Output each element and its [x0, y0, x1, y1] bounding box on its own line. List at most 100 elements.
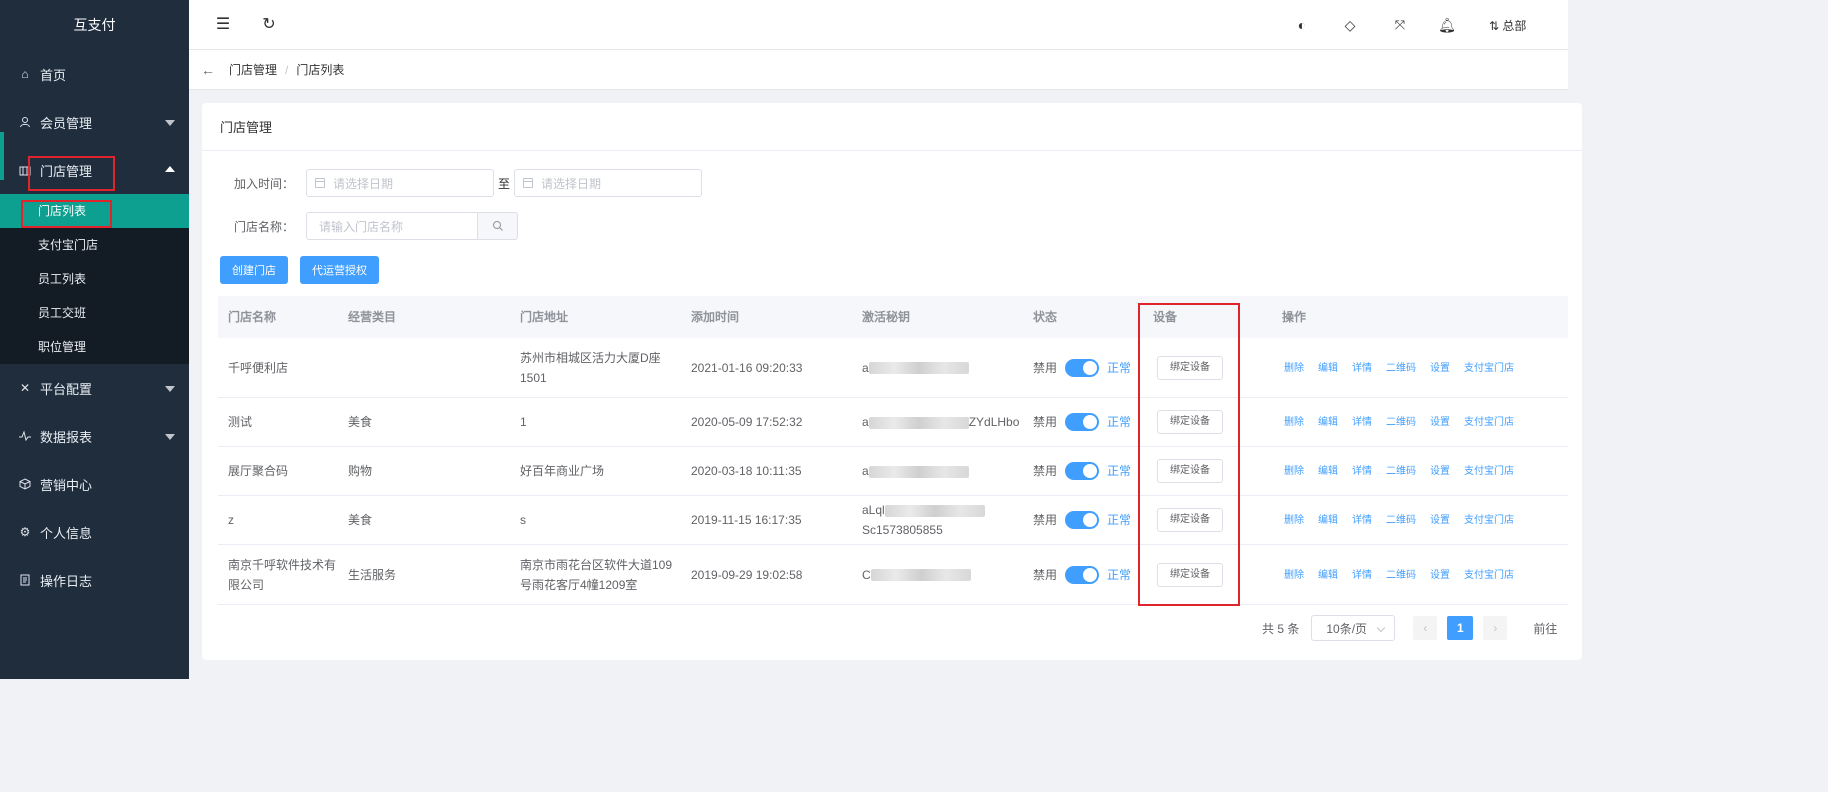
gear-icon: ⚙ — [19, 525, 31, 539]
added-time-cell: 2020-03-18 10:11:35 — [691, 464, 802, 478]
row-action-link[interactable]: 编辑 — [1318, 417, 1338, 428]
prev-page-button[interactable]: ‹ — [1413, 616, 1438, 640]
page-size-select[interactable]: 10条/页 — [1311, 615, 1396, 641]
row-action-link[interactable]: 详情 — [1352, 417, 1372, 428]
submenu-item-alipay-stores[interactable]: 支付宝门店 — [0, 228, 189, 262]
total-count: 共 5 条 — [1262, 621, 1300, 636]
breadcrumb-item-current: 门店列表 — [296, 63, 345, 77]
fullscreen-icon[interactable]: ⤧ — [1390, 15, 1410, 35]
sidebar-item-reports[interactable]: 数据报表 — [0, 412, 189, 460]
row-action-link[interactable]: 设置 — [1430, 466, 1450, 477]
status-toggle[interactable] — [1065, 358, 1100, 377]
cube-icon — [18, 477, 32, 491]
row-action-link[interactable]: 详情 — [1352, 363, 1372, 374]
status-on-label: 正常 — [1107, 513, 1132, 527]
end-date-input[interactable]: 请选择日期 — [514, 169, 703, 197]
row-action-link[interactable]: 详情 — [1352, 570, 1372, 581]
row-action-link[interactable]: 删除 — [1284, 570, 1304, 581]
submenu-item-staff-list[interactable]: 员工列表 — [0, 262, 189, 296]
status-cell: 禁用 正常 — [1023, 412, 1143, 432]
added-time-cell: 2020-05-09 17:52:32 — [691, 415, 803, 429]
bind-device-button[interactable]: 绑定设备 — [1157, 562, 1223, 587]
store-name-cell: 测试 — [228, 415, 253, 429]
address-cell: 苏州市相城区活力大厦D座1501 — [520, 350, 661, 385]
row-action-link[interactable]: 编辑 — [1318, 570, 1338, 581]
column-header: 添加时间 — [691, 310, 740, 324]
bind-device-button[interactable]: 绑定设备 — [1157, 459, 1223, 483]
status-toggle[interactable] — [1065, 511, 1100, 529]
card-title: 门店管理 — [202, 103, 1582, 151]
row-action-link[interactable]: 编辑 — [1318, 515, 1338, 526]
sidebar-item-marketing[interactable]: 营销中心 — [0, 460, 189, 508]
sidebar-item-stores[interactable]: 门店管理 — [0, 146, 189, 194]
refresh-icon[interactable]: ↻ — [259, 15, 279, 35]
row-action-link[interactable]: 详情 — [1352, 466, 1372, 477]
table-row: 测试 美食 1 2020-05-09 17:52:32 a ZYdLHbo 禁用 正常 绑定设备… — [218, 398, 1568, 447]
row-action-link[interactable]: 设置 — [1430, 417, 1450, 428]
row-action-link[interactable]: 二维码 — [1386, 466, 1416, 477]
search-button[interactable] — [478, 212, 519, 240]
activation-key-cell: aLql Sc1573805855 — [852, 500, 1023, 540]
row-action-link[interactable]: 二维码 — [1386, 417, 1416, 428]
activation-key-suffix: Sc1573805855 — [862, 523, 943, 537]
sidebar-item-platform-config[interactable]: ✕ 平台配置 — [0, 364, 189, 412]
proxy-auth-button[interactable]: 代运营授权 — [300, 256, 379, 284]
status-toggle[interactable] — [1065, 413, 1100, 431]
row-action-link[interactable]: 设置 — [1430, 570, 1450, 581]
row-action-link[interactable]: 支付宝门店 — [1464, 417, 1514, 428]
sidebar-item-label: 首页 — [40, 67, 67, 83]
breadcrumb-item[interactable]: 门店管理 — [229, 61, 277, 78]
row-action-link[interactable]: 删除 — [1284, 515, 1304, 526]
sidebar-item-logs[interactable]: 操作日志 — [0, 556, 189, 604]
menu-fold-icon[interactable]: ☰ — [213, 15, 233, 35]
tag-icon[interactable]: ◇ — [1340, 15, 1360, 35]
row-action-link[interactable]: 二维码 — [1386, 570, 1416, 581]
bind-device-button[interactable]: 绑定设备 — [1157, 355, 1223, 380]
row-action-link[interactable]: 编辑 — [1318, 363, 1338, 374]
row-action-link[interactable]: 二维码 — [1386, 515, 1416, 526]
row-action-link[interactable]: 删除 — [1284, 363, 1304, 374]
store-name-filter: 门店名称： 请输入门店名称 — [234, 212, 519, 240]
row-action-link[interactable]: 删除 — [1284, 417, 1304, 428]
bell-icon[interactable]: 🔔︎ — [1437, 15, 1457, 35]
status-cell: 禁用 正常 — [1023, 565, 1143, 585]
activation-key-prefix: C — [862, 567, 871, 582]
row-action-link[interactable]: 支付宝门店 — [1464, 466, 1514, 477]
row-action-link[interactable]: 二维码 — [1386, 363, 1416, 374]
activation-key-prefix: a — [862, 464, 869, 478]
submenu-item-store-list[interactable]: 门店列表 — [0, 194, 189, 228]
palette-icon[interactable]: ◐ — [1292, 15, 1312, 35]
row-action-link[interactable]: 支付宝门店 — [1464, 515, 1514, 526]
status-toggle[interactable] — [1065, 565, 1100, 584]
row-action-link[interactable]: 支付宝门店 — [1464, 570, 1514, 581]
row-action-link[interactable]: 详情 — [1352, 515, 1372, 526]
search-icon — [492, 221, 503, 231]
submenu-item-staff-shift[interactable]: 员工交班 — [0, 296, 189, 330]
bind-device-button[interactable]: 绑定设备 — [1157, 508, 1223, 532]
next-page-button[interactable]: › — [1483, 616, 1508, 640]
submenu-item-positions[interactable]: 职位管理 — [0, 330, 189, 364]
row-action-link[interactable]: 设置 — [1430, 363, 1450, 374]
back-arrow-icon[interactable]: ← — [201, 62, 215, 78]
sidebar-item-home[interactable]: ⌂ 首页 — [0, 50, 189, 98]
status-toggle[interactable] — [1065, 462, 1100, 480]
sidebar-item-label: 数据报表 — [40, 429, 93, 445]
sidebar-item-members[interactable]: 会员管理 — [0, 98, 189, 146]
activation-key-cell: a ZYdLHbo — [852, 412, 1023, 432]
sidebar: 互支付 ⌂ 首页 会员管理 门店管理 门店列表 支付宝门店 员工列表 员工交班 … — [0, 0, 189, 679]
chevron-up-icon — [165, 166, 175, 172]
row-action-link[interactable]: 编辑 — [1318, 466, 1338, 477]
store-name-input[interactable]: 请输入门店名称 — [306, 212, 479, 240]
activation-key-prefix: a — [862, 360, 869, 375]
page-number-current[interactable]: 1 — [1447, 616, 1474, 640]
bind-device-button[interactable]: 绑定设备 — [1157, 410, 1223, 434]
org-switch[interactable]: ⇅ 总部 — [1489, 17, 1526, 34]
row-action-link[interactable]: 设置 — [1430, 515, 1450, 526]
category-cell: 购物 — [348, 464, 373, 478]
calendar-icon — [523, 178, 534, 188]
sidebar-item-profile[interactable]: ⚙ 个人信息 — [0, 508, 189, 556]
create-store-button[interactable]: 创建门店 — [220, 256, 288, 284]
start-date-input[interactable]: 请选择日期 — [306, 169, 495, 197]
row-action-link[interactable]: 删除 — [1284, 466, 1304, 477]
row-action-link[interactable]: 支付宝门店 — [1464, 363, 1514, 374]
